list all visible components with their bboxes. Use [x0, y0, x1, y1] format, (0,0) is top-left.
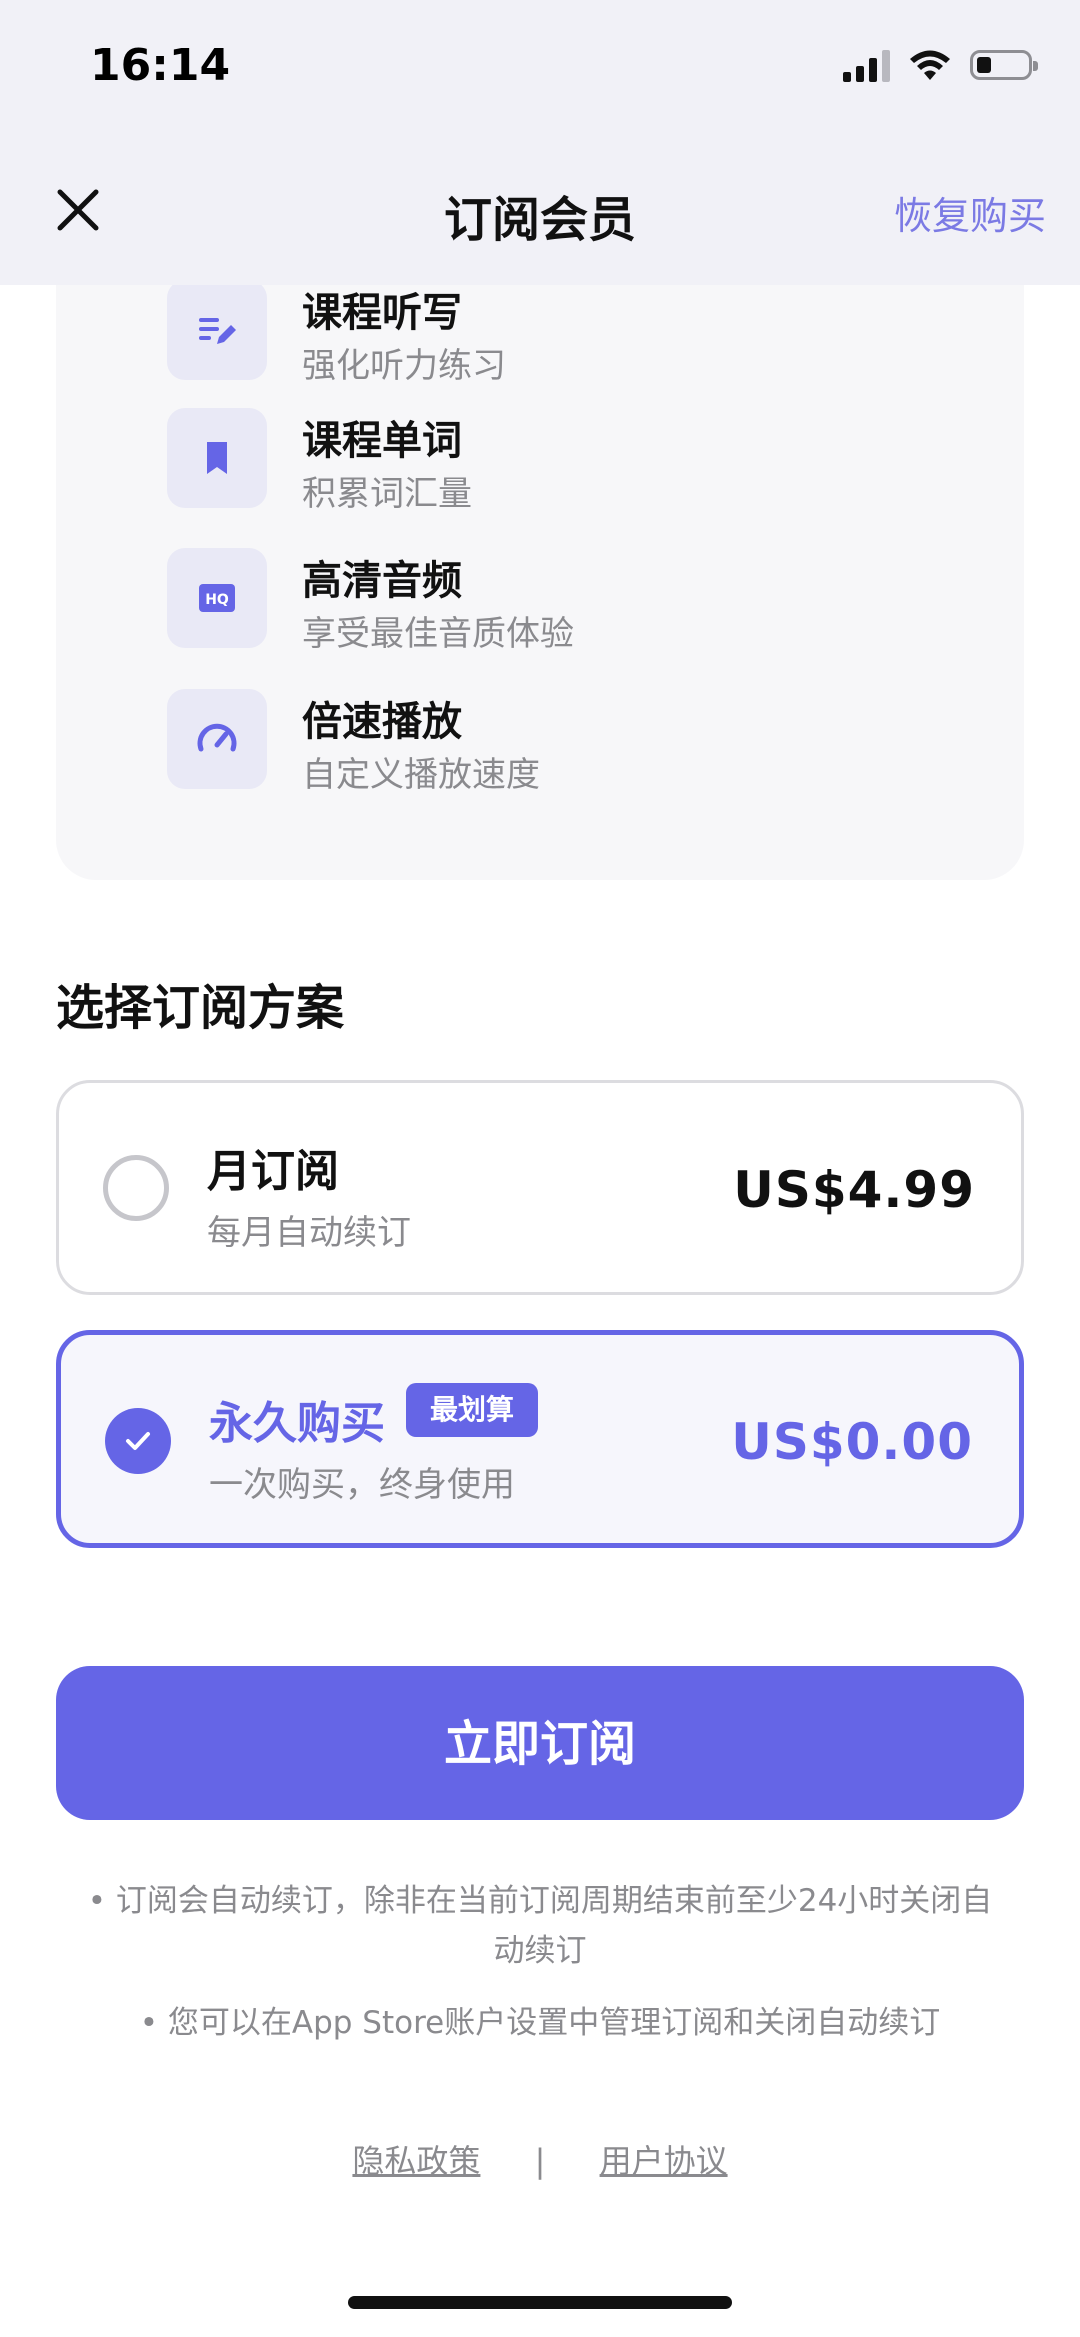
cellular-signal-icon	[843, 48, 890, 82]
feature-title: 倍速播放	[302, 699, 462, 745]
feature-item: 课程听写 强化听力练习	[112, 280, 1012, 390]
svg-text:HQ: HQ	[205, 592, 229, 608]
privacy-policy-link[interactable]: 隐私政策	[352, 2142, 480, 2180]
note-text: • 您可以在App Store账户设置中管理订阅和关闭自动续订	[139, 2005, 941, 2041]
plan-lifetime[interactable]: 永久购买 最划算 一次购买，终身使用 US$0.00	[56, 1330, 1024, 1548]
features-card: 课程听写 强化听力练习 课程单词 积累词汇量 HQ 高清音频 享受最佳音质体验	[56, 200, 1024, 880]
feature-subtitle: 自定义播放速度	[302, 755, 540, 795]
feature-title: 高清音频	[302, 558, 462, 604]
feature-subtitle: 享受最佳音质体验	[302, 614, 574, 654]
feature-subtitle: 强化听力练习	[302, 346, 506, 386]
feature-title: 课程单词	[302, 418, 462, 464]
hq-icon: HQ	[199, 584, 235, 612]
plan-name: 永久购买	[209, 1398, 385, 1449]
footer-links: 隐私政策 | 用户协议	[0, 2136, 1080, 2182]
feature-item: HQ 高清音频 享受最佳音质体验	[112, 548, 1012, 658]
feature-item: 倍速播放 自定义播放速度	[112, 689, 1012, 799]
feature-title: 课程听写	[302, 290, 462, 336]
plan-subtitle: 一次购买，终身使用	[209, 1465, 515, 1505]
status-bar: 16:14	[0, 0, 1080, 140]
terms-link[interactable]: 用户协议	[600, 2142, 728, 2180]
plan-monthly[interactable]: 月订阅 每月自动续订 US$4.99	[56, 1080, 1024, 1295]
plans-heading: 选择订阅方案	[56, 980, 345, 1036]
feature-item: 课程单词 积累词汇量	[112, 408, 1012, 518]
best-value-badge: 最划算	[406, 1383, 539, 1437]
feature-subtitle: 积累词汇量	[302, 474, 472, 514]
battery-icon	[970, 50, 1038, 80]
note-text: • 订阅会自动续订，除非在当前订阅周期结束前至少24小时关闭自动续订	[87, 1883, 993, 1969]
checkmark-icon	[126, 1432, 150, 1450]
bookmark-icon	[207, 442, 227, 474]
subscription-notes: • 订阅会自动续订，除非在当前订阅周期结束前至少24小时关闭自动续订 • 您可以…	[80, 1876, 1000, 2070]
radio-selected[interactable]	[105, 1408, 171, 1474]
status-time: 16:14	[90, 40, 231, 91]
home-indicator	[348, 2296, 732, 2309]
plan-subtitle: 每月自动续订	[207, 1213, 411, 1253]
link-separator: |	[534, 2142, 546, 2180]
plan-price: US$4.99	[733, 1161, 975, 1219]
subscribe-button[interactable]: 立即订阅	[56, 1666, 1024, 1820]
restore-purchase-button[interactable]: 恢复购买	[894, 185, 1046, 240]
status-icons	[843, 48, 1038, 82]
speedometer-icon	[197, 723, 237, 752]
wifi-icon	[910, 50, 950, 80]
radio-unselected[interactable]	[103, 1155, 169, 1221]
nav-bar: 订阅会员 恢复购买	[0, 140, 1080, 285]
plan-price: US$0.00	[731, 1413, 973, 1471]
plan-name: 月订阅	[207, 1146, 339, 1197]
edit-list-icon	[199, 318, 236, 344]
